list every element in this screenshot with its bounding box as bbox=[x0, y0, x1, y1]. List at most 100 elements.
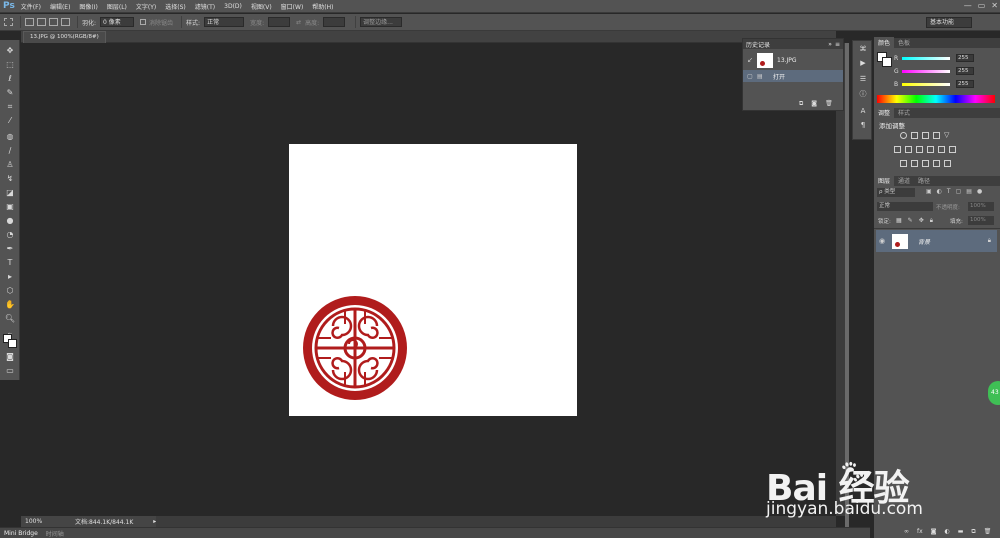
hue-saturation-icon[interactable] bbox=[894, 146, 901, 153]
actions-panel-icon[interactable]: ▶ bbox=[858, 59, 868, 69]
filter-adjustment-icon[interactable]: ◐ bbox=[937, 188, 942, 195]
delete-state-icon[interactable]: 🗑︎ bbox=[825, 100, 833, 108]
red-slider[interactable]: R 255 bbox=[894, 53, 974, 63]
photo-filter-icon[interactable] bbox=[927, 146, 934, 153]
layer-row-background[interactable]: ◉ 背景 🔒︎ bbox=[876, 230, 997, 252]
style-select[interactable]: 正常 bbox=[204, 17, 245, 27]
new-adjustment-icon[interactable]: ◐ bbox=[945, 528, 950, 536]
delete-layer-icon[interactable]: 🗑︎ bbox=[984, 528, 992, 536]
document-tab[interactable]: 13.JPG @ 100%(RGB/8#) bbox=[23, 31, 106, 43]
new-selection-icon[interactable] bbox=[25, 18, 34, 26]
menu-type[interactable]: 文字(Y) bbox=[136, 2, 156, 11]
exposure-icon[interactable] bbox=[933, 132, 940, 139]
type-tool-icon[interactable]: T bbox=[4, 258, 16, 268]
opacity-input[interactable]: 100% bbox=[968, 202, 994, 211]
panel-collapse-icon[interactable]: » bbox=[828, 41, 832, 48]
gradient-tool-icon[interactable]: ▣ bbox=[4, 202, 16, 212]
zoom-tool-icon[interactable]: 🔍︎ bbox=[4, 314, 16, 324]
workspace-select[interactable]: 基本功能 bbox=[926, 17, 972, 28]
lock-transparent-icon[interactable]: ▦ bbox=[896, 217, 902, 225]
lasso-tool-icon[interactable]: ℓ bbox=[4, 74, 16, 84]
gradient-map-icon[interactable] bbox=[933, 160, 940, 167]
add-selection-icon[interactable] bbox=[37, 18, 46, 26]
lock-all-icon[interactable]: 🔒︎ bbox=[930, 217, 933, 225]
selective-color-icon[interactable] bbox=[944, 160, 951, 167]
menu-help[interactable]: 帮助(H) bbox=[312, 2, 333, 11]
new-layer-icon[interactable]: ⧉ bbox=[971, 528, 975, 536]
background-color-box[interactable] bbox=[882, 57, 892, 67]
tab-paths[interactable]: 路径 bbox=[914, 175, 934, 186]
curves-icon[interactable] bbox=[922, 132, 929, 139]
dodge-tool-icon[interactable]: ◔ bbox=[4, 230, 16, 240]
info-panel-icon[interactable]: ⓘ bbox=[858, 89, 868, 99]
eyedropper-tool-icon[interactable]: ⁄ bbox=[4, 116, 16, 126]
menu-filter[interactable]: 滤镜(T) bbox=[195, 2, 215, 11]
shape-tool-icon[interactable]: ⬡ bbox=[4, 286, 16, 296]
new-document-from-state-icon[interactable]: ⧉ bbox=[799, 100, 803, 108]
new-snapshot-icon[interactable]: ◙ bbox=[811, 100, 817, 108]
channel-mixer-icon[interactable] bbox=[938, 146, 945, 153]
quick-mask-icon[interactable]: ◙ bbox=[4, 352, 16, 362]
add-mask-icon[interactable]: ◙ bbox=[931, 528, 937, 536]
menu-window[interactable]: 窗口(W) bbox=[281, 2, 304, 11]
green-slider[interactable]: G 255 bbox=[894, 66, 974, 76]
horizontal-scrollbar[interactable] bbox=[156, 516, 836, 527]
tab-color[interactable]: 颜色 bbox=[874, 37, 895, 48]
link-layers-icon[interactable]: ∞ bbox=[904, 528, 909, 536]
minimize-button[interactable]: — bbox=[964, 1, 972, 10]
filter-type-icon[interactable]: T bbox=[947, 188, 951, 195]
refine-edge-button[interactable]: 调整边缘... bbox=[360, 17, 403, 27]
zoom-level[interactable]: 100% bbox=[25, 518, 65, 525]
fill-input[interactable]: 100% bbox=[968, 216, 994, 225]
lock-image-icon[interactable]: ✎ bbox=[908, 217, 913, 225]
move-tool-icon[interactable]: ✥ bbox=[4, 46, 16, 56]
lock-position-icon[interactable]: ✥ bbox=[919, 217, 924, 225]
menu-3d[interactable]: 3D(D) bbox=[224, 3, 242, 10]
paragraph-panel-icon[interactable]: ¶ bbox=[858, 121, 868, 131]
blur-tool-icon[interactable]: ● bbox=[4, 216, 16, 226]
close-button[interactable]: ✕ bbox=[991, 1, 998, 10]
threshold-icon[interactable] bbox=[922, 160, 929, 167]
history-panel-icon[interactable]: ⌘ bbox=[858, 45, 868, 55]
height-input[interactable] bbox=[323, 17, 346, 27]
brightness-icon[interactable] bbox=[900, 132, 907, 139]
tab-styles[interactable]: 样式 bbox=[894, 107, 914, 118]
menu-file[interactable]: 文件(F) bbox=[21, 2, 41, 11]
intersect-selection-icon[interactable] bbox=[61, 18, 70, 26]
layer-filter-select[interactable]: ρ 类型 bbox=[877, 188, 915, 197]
blend-mode-select[interactable]: 正常 bbox=[877, 202, 933, 211]
color-balance-icon[interactable] bbox=[905, 146, 912, 153]
document-canvas[interactable] bbox=[289, 144, 577, 416]
visibility-eye-icon[interactable]: ◉ bbox=[876, 237, 888, 245]
marquee-tool-preset-icon[interactable] bbox=[4, 18, 13, 26]
red-value-input[interactable]: 255 bbox=[956, 54, 974, 62]
new-group-icon[interactable]: ▬ bbox=[958, 528, 964, 536]
vibrance-icon[interactable]: ▽ bbox=[944, 132, 951, 139]
menu-view[interactable]: 视图(V) bbox=[251, 2, 272, 11]
blue-value-input[interactable]: 255 bbox=[956, 80, 974, 88]
invert-icon[interactable] bbox=[900, 160, 907, 167]
tab-adjustments[interactable]: 调整 bbox=[874, 107, 895, 118]
green-value-input[interactable]: 255 bbox=[956, 67, 974, 75]
healing-brush-tool-icon[interactable]: ◍ bbox=[4, 132, 16, 142]
path-select-tool-icon[interactable]: ▸ bbox=[4, 272, 16, 282]
blue-slider[interactable]: B 255 bbox=[894, 79, 974, 89]
clone-stamp-tool-icon[interactable]: ♙ bbox=[4, 160, 16, 170]
tab-swatches[interactable]: 色板 bbox=[894, 37, 914, 48]
eraser-tool-icon[interactable]: ◪ bbox=[4, 188, 16, 198]
crop-tool-icon[interactable]: ⌗ bbox=[4, 102, 16, 112]
levels-icon[interactable] bbox=[911, 132, 918, 139]
subtract-selection-icon[interactable] bbox=[49, 18, 58, 26]
filter-smart-object-icon[interactable]: ▤ bbox=[966, 188, 972, 195]
side-floating-button[interactable]: 43 bbox=[988, 381, 1000, 405]
marquee-tool-icon[interactable]: ⬚ bbox=[4, 60, 16, 70]
character-panel-icon[interactable]: A bbox=[858, 107, 868, 117]
mini-bridge-tab[interactable]: Mini Bridge bbox=[4, 530, 38, 537]
color-lookup-icon[interactable] bbox=[949, 146, 956, 153]
background-color-swatch[interactable] bbox=[8, 339, 17, 348]
width-input[interactable] bbox=[268, 17, 291, 27]
history-snapshot[interactable]: ↙ 13.JPG bbox=[743, 51, 843, 69]
quick-select-tool-icon[interactable]: ✎ bbox=[4, 88, 16, 98]
feather-input[interactable]: 0 像素 bbox=[100, 17, 135, 27]
menu-edit[interactable]: 编辑(E) bbox=[50, 2, 70, 11]
